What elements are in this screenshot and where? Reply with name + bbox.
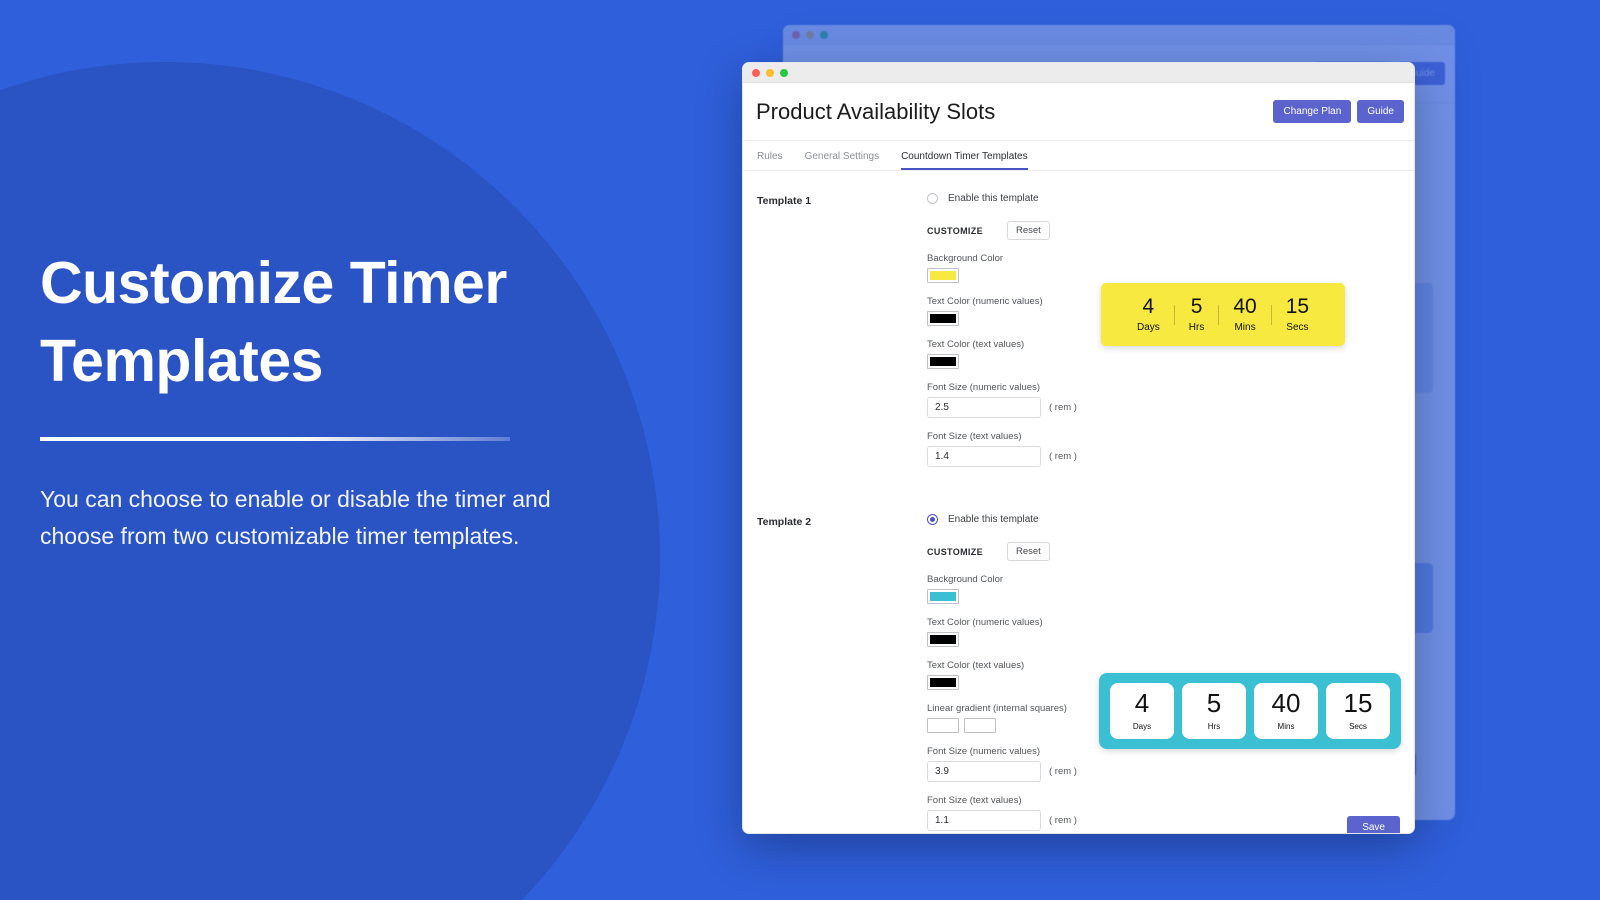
template-1-preview: 4 Days 5 Hrs 40 Mins 15 Secs xyxy=(1101,283,1346,346)
template-1-enable-radio[interactable] xyxy=(927,193,938,204)
tab-rules[interactable]: Rules xyxy=(757,151,783,170)
template-2-preview-days-label: Days xyxy=(1132,722,1152,731)
template-2-preview-hrs-value: 5 xyxy=(1206,688,1222,718)
template-2-background-color-label: Background Color xyxy=(927,574,1004,585)
template-2-customize-label: CUSTOMIZE xyxy=(927,546,983,557)
template-1-numeric-text-color-swatch[interactable] xyxy=(927,311,959,326)
template-1-numeric-font-size-unit: ( rem ) xyxy=(1049,402,1077,413)
template-2-background-color-swatch[interactable] xyxy=(927,589,959,604)
template-2-enable-row[interactable]: Enable this template xyxy=(927,514,1257,525)
template-1-preview-secs-label: Secs xyxy=(1286,322,1309,333)
template-1-numeric-font-size-input[interactable] xyxy=(927,397,1041,418)
save-button[interactable]: Save xyxy=(1347,816,1400,833)
template-2-numeric-text-color-swatch[interactable] xyxy=(927,632,959,647)
preview-separator xyxy=(1173,304,1175,325)
template-1-customize-label: CUSTOMIZE xyxy=(927,225,983,236)
template-1-preview-mins-value: 40 xyxy=(1233,295,1257,318)
template-1-preview-unit-secs: 15 Secs xyxy=(1272,296,1323,333)
template-1-numeric-font-size-field: Font Size (numeric values) ( rem ) xyxy=(927,382,1257,418)
template-1-preview-unit-mins: 40 Mins xyxy=(1219,296,1270,333)
template-2-preview-mins-value: 40 xyxy=(1271,688,1301,718)
template-2-text-color-swatch[interactable] xyxy=(927,675,959,690)
page-title: Product Availability Slots xyxy=(756,98,996,124)
template-2-numeric-font-size-input[interactable] xyxy=(927,761,1041,782)
template-2-preview-unit-hrs: 5 Hrs xyxy=(1182,683,1246,739)
template-2-preview-secs-value: 15 xyxy=(1343,688,1373,718)
template-1-enable-row[interactable]: Enable this template xyxy=(927,193,1257,204)
guide-button[interactable]: Guide xyxy=(1357,100,1404,123)
template-2-preview-unit-mins: 40 Mins xyxy=(1254,683,1318,739)
template-1-preview-hrs-label: Hrs xyxy=(1188,322,1205,333)
template-2-reset-button[interactable]: Reset xyxy=(1007,542,1050,561)
template-2-preview-secs-label: Secs xyxy=(1349,722,1367,731)
template-2-preview-days-value: 4 xyxy=(1134,688,1150,718)
tab-bar: Rules General Settings Countdown Timer T… xyxy=(743,141,1414,171)
template-2-text-font-size-unit: ( rem ) xyxy=(1049,815,1077,826)
zoom-dot-icon xyxy=(820,30,828,39)
promo-divider xyxy=(40,436,510,441)
template-2-preview: 4 Days 5 Hrs 40 Mins 15 Secs xyxy=(1099,673,1401,749)
change-plan-button[interactable]: Change Plan xyxy=(1273,100,1352,123)
template-1-background-color-label: Background Color xyxy=(927,253,1004,264)
minimize-dot-icon[interactable] xyxy=(766,68,774,77)
zoom-dot-icon[interactable] xyxy=(780,68,788,77)
app-header: Product Availability Slots Change Plan G… xyxy=(743,83,1414,141)
window-titlebar[interactable] xyxy=(743,63,1414,83)
template-1-preview-secs-value: 15 xyxy=(1285,295,1310,318)
template-1-preview-days-value: 4 xyxy=(1142,295,1155,318)
close-dot-icon xyxy=(792,30,800,39)
template-2-enable-label: Enable this template xyxy=(948,514,1039,525)
template-1-preview-hrs-value: 5 xyxy=(1190,295,1203,318)
template-1-label: Template 1 xyxy=(757,195,812,207)
template-2-enable-radio[interactable] xyxy=(927,514,938,525)
minimize-dot-icon xyxy=(806,30,814,39)
template-1-preview-unit-days: 4 Days xyxy=(1123,296,1174,333)
template-2-text-font-size-field: Font Size (text values) ( rem ) xyxy=(927,795,1257,831)
save-button-container: Save xyxy=(1347,816,1400,833)
main-window: Product Availability Slots Change Plan G… xyxy=(742,62,1415,834)
header-button-group: Change Plan Guide xyxy=(1273,100,1404,123)
tab-general-settings[interactable]: General Settings xyxy=(805,151,880,170)
template-2-customize-row: CUSTOMIZE Reset xyxy=(927,542,1257,561)
close-dot-icon[interactable] xyxy=(752,68,760,77)
template-1-text-font-size-unit: ( rem ) xyxy=(1049,451,1077,462)
template-1-numeric-font-size-label: Font Size (numeric values) xyxy=(927,382,1040,393)
template-1-preview-days-label: Days xyxy=(1137,322,1160,333)
tab-countdown-timer-templates[interactable]: Countdown Timer Templates xyxy=(901,151,1028,170)
template-2-numeric-font-size-field: Font Size (numeric values) ( rem ) xyxy=(927,746,1257,782)
template-2-label: Template 2 xyxy=(757,516,812,528)
template-2-background-color-field: Background Color xyxy=(927,574,1257,604)
template-2-text-color-label: Text Color (text values) xyxy=(927,660,1025,671)
promo-panel: Customize Timer Templates You can choose… xyxy=(40,245,600,555)
template-1-text-color-swatch[interactable] xyxy=(927,354,959,369)
template-2-linear-gradient-swatch-start[interactable] xyxy=(927,718,959,733)
template-2-linear-gradient-swatch-end[interactable] xyxy=(964,718,996,733)
background-window-titlebar xyxy=(783,25,1455,45)
template-1-text-font-size-input[interactable] xyxy=(927,446,1041,467)
preview-separator xyxy=(1218,304,1220,325)
promo-title: Customize Timer Templates xyxy=(40,250,507,394)
template-1-background-color-field: Background Color xyxy=(927,253,1257,283)
template-1-enable-label: Enable this template xyxy=(948,193,1039,204)
template-1-preview-unit-hrs: 5 Hrs xyxy=(1175,296,1219,333)
template-1-reset-button[interactable]: Reset xyxy=(1007,221,1050,240)
template-2-preview-unit-secs: 15 Secs xyxy=(1326,683,1390,739)
template-1-text-font-size-label: Font Size (text values) xyxy=(927,431,1022,442)
template-1-customize-row: CUSTOMIZE Reset xyxy=(927,221,1257,240)
template-2-numeric-text-color-label: Text Color (numeric values) xyxy=(927,617,1043,628)
template-2-numeric-text-color-field: Text Color (numeric values) xyxy=(927,617,1257,647)
tab-content-countdown-timer-templates: Template 1 Enable this template CUSTOMIZ… xyxy=(743,171,1414,833)
template-1-background-color-swatch[interactable] xyxy=(927,268,959,283)
template-2-numeric-font-size-unit: ( rem ) xyxy=(1049,766,1077,777)
template-2-preview-unit-days: 4 Days xyxy=(1110,683,1174,739)
preview-separator xyxy=(1270,304,1272,325)
promo-description: You can choose to enable or disable the … xyxy=(40,485,551,549)
template-2-text-font-size-input[interactable] xyxy=(927,810,1041,831)
template-1-text-font-size-field: Font Size (text values) ( rem ) xyxy=(927,431,1257,467)
template-1-preview-mins-label: Mins xyxy=(1234,322,1256,333)
template-2-text-font-size-label: Font Size (text values) xyxy=(927,795,1022,806)
template-2-preview-hrs-label: Hrs xyxy=(1207,722,1221,731)
template-2-preview-mins-label: Mins xyxy=(1277,722,1295,731)
